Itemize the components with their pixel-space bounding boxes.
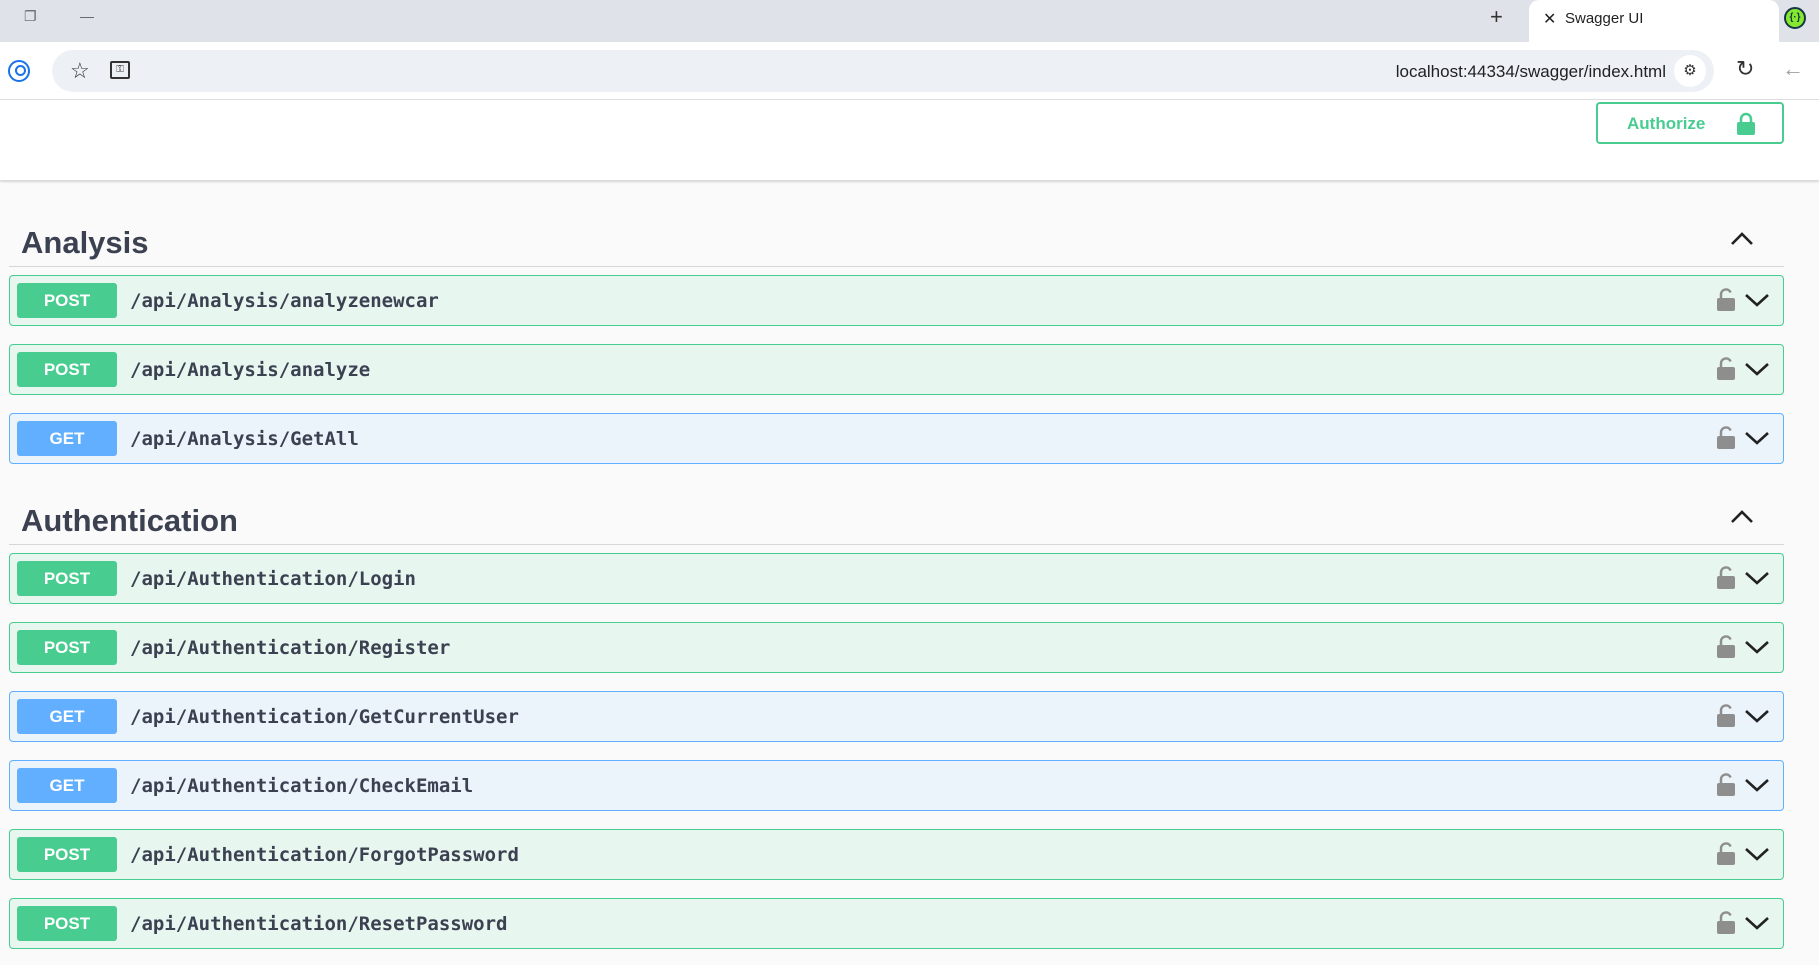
method-badge: GET bbox=[17, 421, 117, 456]
chevron-down-icon[interactable] bbox=[1744, 913, 1770, 933]
operation-row[interactable]: POST/api/Authentication/ResetPassword bbox=[9, 898, 1784, 949]
operation-path: /api/Authentication/ForgotPassword bbox=[130, 844, 519, 866]
browser-tab-bar: ❐ — + ✕ Swagger UI {·} bbox=[0, 0, 1819, 42]
method-badge: POST bbox=[17, 630, 117, 665]
new-tab-icon[interactable]: + bbox=[1490, 6, 1503, 28]
scheme-container: Authorize bbox=[0, 100, 1819, 181]
operation-path: /api/Analysis/GetAll bbox=[130, 428, 359, 450]
operation-path: /api/Analysis/analyze bbox=[130, 359, 371, 381]
chevron-down-icon[interactable] bbox=[1744, 568, 1770, 588]
authorize-button[interactable]: Authorize bbox=[1596, 102, 1784, 144]
lock-open-icon[interactable] bbox=[1716, 773, 1736, 797]
lock-open-icon[interactable] bbox=[1716, 426, 1736, 450]
operation-row[interactable]: GET/api/Authentication/CheckEmail bbox=[9, 760, 1784, 811]
restore-window-icon[interactable]: ❐ bbox=[24, 8, 37, 25]
operation-path: /api/Authentication/Login bbox=[130, 568, 416, 590]
profile-icon[interactable] bbox=[8, 60, 30, 82]
operation-path: /api/Authentication/Register bbox=[130, 637, 451, 659]
url-text[interactable]: localhost:44334/swagger/index.html bbox=[1396, 62, 1666, 82]
close-tab-icon[interactable]: ✕ bbox=[1543, 9, 1556, 29]
chevron-down-icon[interactable] bbox=[1744, 844, 1770, 864]
bookmark-star-icon[interactable]: ☆ bbox=[70, 58, 90, 84]
method-badge: POST bbox=[17, 837, 117, 872]
method-badge: POST bbox=[17, 352, 117, 387]
operation-path: /api/Analysis/analyzenewcar bbox=[130, 290, 439, 312]
lock-open-icon[interactable] bbox=[1716, 911, 1736, 935]
section-header-analysis[interactable]: Analysis bbox=[9, 213, 1784, 267]
chevron-down-icon[interactable] bbox=[1744, 428, 1770, 448]
operation-path: /api/Authentication/CheckEmail bbox=[130, 775, 474, 797]
extension-icon[interactable]: ⚿ bbox=[110, 61, 130, 79]
address-bar[interactable]: ☆ ⚿ localhost:44334/swagger/index.html ⚙ bbox=[52, 50, 1714, 92]
operation-row[interactable]: POST/api/Analysis/analyze bbox=[9, 344, 1784, 395]
operation-row[interactable]: POST/api/Authentication/Login bbox=[9, 553, 1784, 604]
back-arrow-icon[interactable]: ← bbox=[1782, 56, 1804, 82]
operation-row[interactable]: GET/api/Analysis/GetAll bbox=[9, 413, 1784, 464]
lock-open-icon[interactable] bbox=[1716, 566, 1736, 590]
section-header-authentication[interactable]: Authentication bbox=[9, 491, 1784, 545]
operation-path: /api/Authentication/ResetPassword bbox=[130, 913, 508, 935]
site-settings-icon[interactable]: ⚙ bbox=[1674, 55, 1706, 87]
lock-open-icon[interactable] bbox=[1716, 704, 1736, 728]
section-title: Authentication bbox=[21, 503, 238, 538]
method-badge: POST bbox=[17, 906, 117, 941]
lock-open-icon[interactable] bbox=[1716, 357, 1736, 381]
operation-path: /api/Authentication/GetCurrentUser bbox=[130, 706, 519, 728]
lock-open-icon[interactable] bbox=[1716, 635, 1736, 659]
lock-open-icon[interactable] bbox=[1716, 288, 1736, 312]
method-badge: POST bbox=[17, 283, 117, 318]
swagger-favicon-icon: {·} bbox=[1784, 7, 1806, 29]
chevron-down-icon[interactable] bbox=[1744, 637, 1770, 657]
chevron-up-icon[interactable] bbox=[1730, 229, 1754, 249]
operation-row[interactable]: GET/api/Authentication/GetCurrentUser bbox=[9, 691, 1784, 742]
method-badge: GET bbox=[17, 699, 117, 734]
minimize-window-icon[interactable]: — bbox=[80, 8, 94, 24]
chevron-down-icon[interactable] bbox=[1744, 775, 1770, 795]
operation-row[interactable]: POST/api/Authentication/Register bbox=[9, 622, 1784, 673]
reload-icon[interactable]: ↻ bbox=[1736, 56, 1754, 82]
operation-row[interactable]: POST/api/Analysis/analyzenewcar bbox=[9, 275, 1784, 326]
section-title: Analysis bbox=[21, 225, 149, 260]
operation-row[interactable]: POST/api/Authentication/ForgotPassword bbox=[9, 829, 1784, 880]
chevron-up-icon[interactable] bbox=[1730, 507, 1754, 527]
lock-closed-icon bbox=[1737, 112, 1755, 135]
lock-open-icon[interactable] bbox=[1716, 842, 1736, 866]
chevron-down-icon[interactable] bbox=[1744, 359, 1770, 379]
browser-toolbar: ☆ ⚿ localhost:44334/swagger/index.html ⚙… bbox=[0, 42, 1819, 100]
tab-title: Swagger UI bbox=[1565, 10, 1644, 27]
chevron-down-icon[interactable] bbox=[1744, 290, 1770, 310]
method-badge: GET bbox=[17, 768, 117, 803]
method-badge: POST bbox=[17, 561, 117, 596]
authorize-label: Authorize bbox=[1627, 114, 1706, 133]
browser-tab[interactable]: ✕ Swagger UI bbox=[1529, 0, 1779, 42]
chevron-down-icon[interactable] bbox=[1744, 706, 1770, 726]
